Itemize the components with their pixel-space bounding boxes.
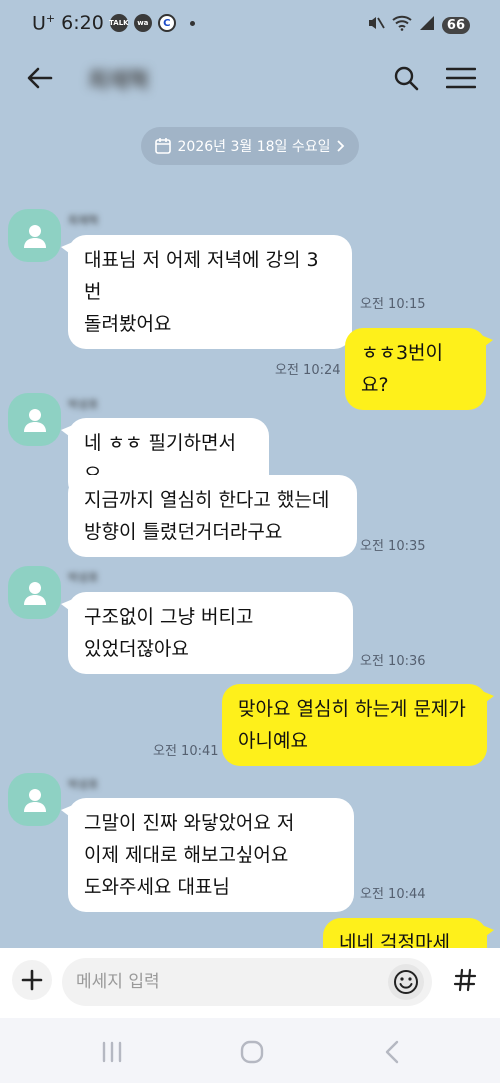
message-bubble[interactable]: 그말이 진짜 와닿았어요 저 이제 제대로 해보고싶어요 도와주세요 대표님 (61, 798, 354, 912)
home-icon (240, 1040, 264, 1064)
avatar[interactable] (8, 209, 61, 262)
arrow-left-icon (27, 67, 53, 89)
person-icon (23, 408, 46, 432)
message-time: 오전 10:44 (360, 887, 426, 902)
date-divider-label: 2026년 3월 18일 수요일 (177, 139, 331, 155)
c-notification-icon: C (157, 14, 176, 33)
message-time: 오전 10:15 (360, 297, 426, 312)
message-input[interactable] (76, 958, 386, 1006)
date-divider[interactable]: 2026년 3월 18일 수요일 (141, 127, 359, 165)
sender-name: 박성호 (68, 398, 99, 411)
recents-icon (102, 1041, 122, 1063)
emoji-button[interactable] (388, 964, 424, 1000)
attach-button[interactable] (12, 960, 52, 1000)
sender-name: 최재혁 (68, 214, 99, 227)
chevron-right-icon (337, 140, 345, 152)
menu-button[interactable] (444, 62, 478, 94)
message-time: 오전 10:35 (360, 539, 426, 554)
signal-icon (419, 15, 435, 35)
hash-icon (453, 968, 477, 992)
message-bubble[interactable]: 대표님 저 어제 저녁에 강의 3번 돌려봤어요 (61, 235, 352, 349)
message-bubble[interactable]: 지금까지 열심히 한다고 했는데 방향이 틀렸던거더라구요 (68, 475, 357, 557)
back-nav-button[interactable] (372, 1034, 412, 1070)
wifi-icon (392, 15, 412, 35)
hash-button[interactable] (444, 960, 486, 1000)
status-right: 66 (367, 14, 470, 36)
chat-title: 최재혁 (88, 69, 149, 94)
plus-icon (21, 969, 43, 991)
carrier-label: U+ (32, 12, 56, 35)
calendar-icon (154, 138, 171, 154)
back-button[interactable] (24, 62, 56, 94)
avatar[interactable] (8, 393, 61, 446)
message-bubble[interactable]: 맞아요 열심히 하는게 문제가 아니예요 (222, 684, 494, 766)
message-input-container (62, 958, 432, 1006)
search-icon (394, 66, 419, 91)
wa-notification-icon: wa (133, 14, 152, 33)
message-time: 오전 10:36 (360, 654, 426, 669)
talk-notification-icon: TALK (109, 14, 129, 33)
status-left: U+ 6:20 TALK wa C (32, 12, 195, 34)
back-chevron-icon (385, 1040, 399, 1064)
search-button[interactable] (390, 62, 422, 94)
message-bubble[interactable]: ㅎㅎ3번이요? (345, 328, 493, 410)
hamburger-menu-icon (446, 67, 476, 89)
message-time: 오전 10:41 (153, 744, 219, 759)
home-button[interactable] (232, 1034, 272, 1070)
person-icon (23, 224, 46, 248)
sender-name: 박성호 (68, 571, 99, 584)
person-icon (23, 788, 46, 812)
mute-icon (367, 14, 385, 36)
system-nav-bar (0, 1018, 500, 1083)
status-bar: U+ 6:20 TALK wa C 66 (0, 0, 500, 50)
more-notifications-dot (189, 20, 195, 26)
avatar[interactable] (8, 773, 61, 826)
sender-name: 박성호 (68, 778, 99, 791)
smiley-icon (394, 970, 418, 994)
battery-indicator: 66 (441, 16, 470, 34)
message-input-bar (0, 948, 500, 1018)
clock: 6:20 (61, 12, 104, 35)
message-time: 오전 10:24 (275, 363, 341, 378)
avatar[interactable] (8, 566, 61, 619)
message-bubble[interactable]: 구조없이 그냥 버티고 있었더잖아요 (61, 592, 353, 674)
recents-button[interactable] (92, 1034, 132, 1070)
person-icon (23, 581, 46, 605)
chat-header: 최재혁 (0, 50, 500, 106)
